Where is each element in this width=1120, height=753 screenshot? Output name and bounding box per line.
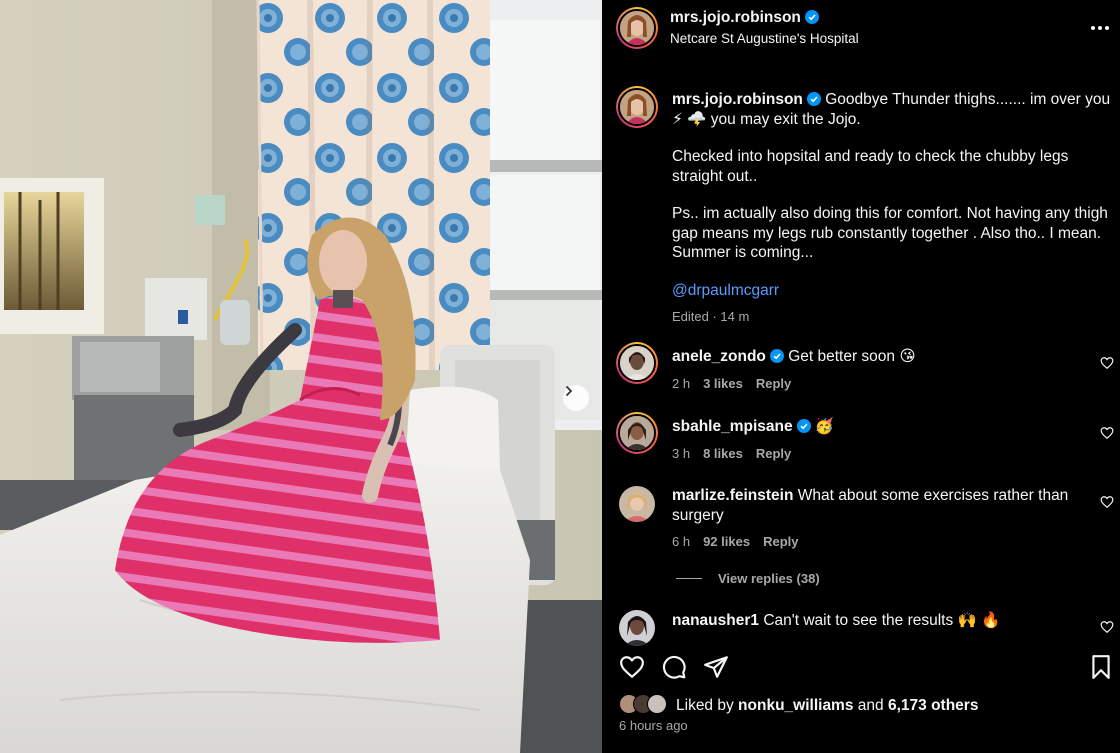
caption-meta: Edited · 14 m [672, 309, 750, 324]
caption-avatar[interactable] [616, 86, 658, 128]
view-replies-divider [676, 578, 702, 579]
author-username-text[interactable]: mrs.jojo.robinson [670, 9, 801, 26]
comment-4-text: Can't wait to see the results 🙌 🔥 [763, 612, 1001, 629]
comment-4-username[interactable]: nanausher1 [672, 612, 759, 629]
comment-1-username[interactable]: anele_zondo [672, 348, 766, 365]
liked-by-prefix: Liked by [676, 697, 734, 714]
comment-2-text: 🥳 [814, 418, 835, 435]
comment-avatar-nanausher[interactable] [619, 610, 655, 646]
comment-avatar-anele[interactable] [616, 342, 658, 384]
comment-3-time[interactable]: 6 h [672, 534, 690, 549]
comment-2-meta: 3 h 8 likes Reply [672, 446, 804, 461]
post-header: mrs.jojo.robinson Netcare St Augustine's… [602, 0, 1120, 60]
comment-1-meta: 2 h 3 likes Reply [672, 376, 804, 391]
next-image-button[interactable] [563, 385, 589, 411]
verified-badge-icon [769, 349, 784, 363]
caption-mention-link[interactable]: @drpaulmcgarr [672, 282, 779, 299]
hospital-room-image [0, 0, 602, 753]
comment-3-username[interactable]: marlize.feinstein [672, 487, 793, 504]
author-username[interactable]: mrs.jojo.robinson [670, 9, 819, 27]
comment-3-meta: 6 h 92 likes Reply [672, 534, 811, 549]
post-location[interactable]: Netcare St Augustine's Hospital [670, 31, 859, 46]
author-avatar-image [620, 11, 654, 45]
share-icon[interactable] [703, 654, 729, 680]
comment-avatar-sbahle[interactable] [616, 412, 658, 454]
comment-icon[interactable] [661, 654, 687, 680]
comment-2: sbahle_mpisane 🥳 [672, 417, 1107, 437]
comment-avatar-image [619, 486, 655, 522]
view-replies-button[interactable]: View replies (38) [676, 571, 820, 586]
verified-badge-icon [806, 92, 821, 106]
comment-avatar-image [620, 416, 654, 450]
verified-badge-icon [804, 10, 819, 24]
liker-avatar-3[interactable] [647, 694, 667, 714]
more-options-icon[interactable] [1088, 18, 1112, 38]
comment-3-heart-icon[interactable] [1100, 495, 1114, 509]
comment-avatar-image [620, 346, 654, 380]
comment-4-heart-icon[interactable] [1100, 620, 1114, 634]
caption-line-3: Ps.. im actually also doing this for com… [672, 205, 1108, 261]
caption-line-2: Checked into hopsital and ready to check… [672, 148, 1069, 185]
comment-2-time[interactable]: 3 h [672, 446, 690, 461]
comment-2-username[interactable]: sbahle_mpisane [672, 418, 793, 435]
heart-icon[interactable] [619, 654, 645, 680]
caption-username[interactable]: mrs.jojo.robinson [672, 91, 803, 108]
liked-by-user[interactable]: nonku_williams [738, 697, 853, 714]
view-replies-label[interactable]: View replies (38) [718, 571, 820, 586]
comment-1-reply-button[interactable]: Reply [756, 376, 791, 391]
author-avatar[interactable] [616, 7, 658, 49]
comment-3-likes[interactable]: 92 likes [703, 534, 750, 549]
comment-1: anele_zondo Get better soon 😘 [672, 347, 1107, 367]
liked-by-and: and [857, 697, 884, 714]
caption-avatar-image [620, 90, 654, 124]
liked-by-summary: Liked by nonku_williams and 6,173 others [676, 697, 978, 715]
comment-1-likes[interactable]: 3 likes [703, 376, 743, 391]
comment-1-time[interactable]: 2 h [672, 376, 690, 391]
comment-3: marlize.feinstein What about some exerci… [672, 486, 1107, 525]
post-time-ago[interactable]: 6 hours ago [619, 718, 688, 733]
liked-by-others[interactable]: 6,173 others [888, 697, 978, 714]
comment-1-text: Get better soon 😘 [788, 348, 916, 365]
comment-2-reply-button[interactable]: Reply [756, 446, 791, 461]
comment-avatar-marlize[interactable] [619, 486, 655, 522]
post-caption: mrs.jojo.robinson Goodbye Thunder thighs… [672, 90, 1112, 327]
post-sidebar: mrs.jojo.robinson Netcare St Augustine's… [602, 0, 1120, 753]
post-photo[interactable] [0, 0, 602, 753]
post-actions-bar [602, 650, 1120, 682]
verified-badge-icon [796, 419, 811, 433]
post-viewer: mrs.jojo.robinson Netcare St Augustine's… [0, 0, 1120, 753]
comment-4: nanausher1 Can't wait to see the results… [672, 611, 1107, 631]
comment-2-heart-icon[interactable] [1100, 426, 1114, 440]
comment-1-heart-icon[interactable] [1100, 356, 1114, 370]
comment-avatar-image [619, 610, 655, 646]
bookmark-icon[interactable] [1088, 654, 1114, 680]
comment-3-reply-button[interactable]: Reply [763, 534, 798, 549]
chevron-right-icon [566, 386, 573, 396]
comment-2-likes[interactable]: 8 likes [703, 446, 743, 461]
